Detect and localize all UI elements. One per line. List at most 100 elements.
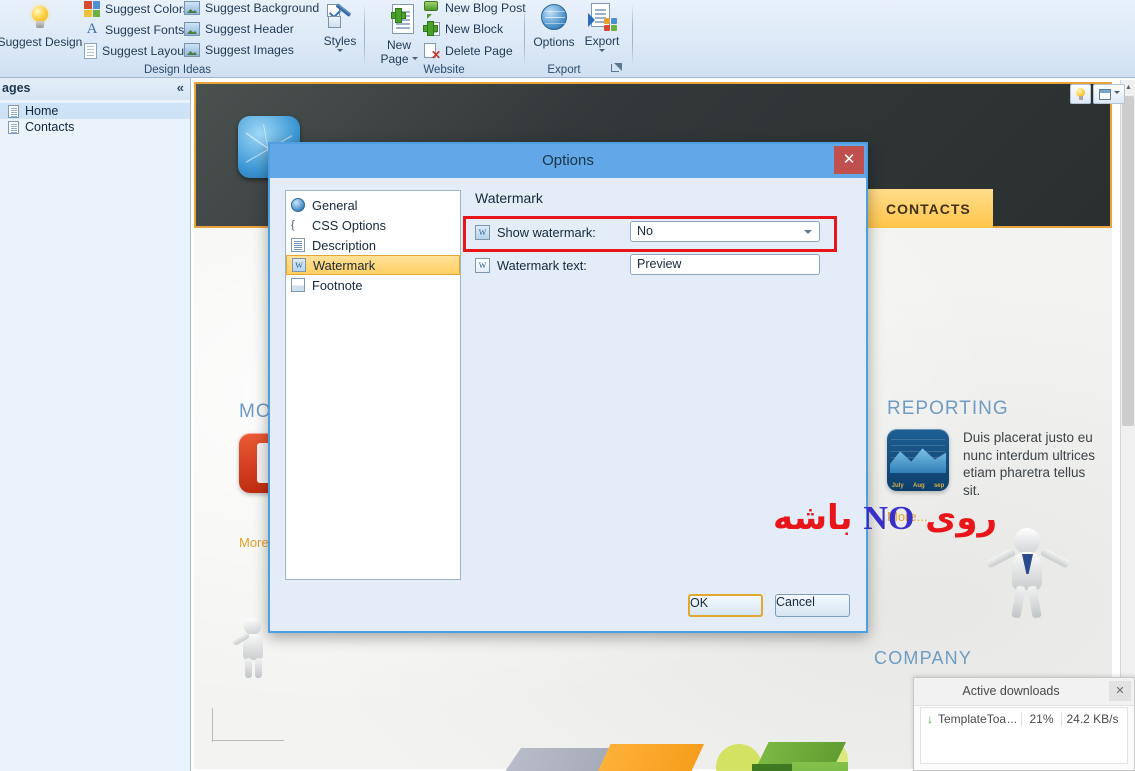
layout-icon xyxy=(1099,89,1111,100)
dialog-nav-label: Footnote xyxy=(312,278,363,293)
double-chevron-left-icon[interactable]: « xyxy=(177,81,184,95)
dialog-nav-watermark[interactable]: W Watermark xyxy=(286,255,460,275)
preview-layout-button[interactable] xyxy=(1093,84,1125,104)
download-name: TemplateToa xyxy=(938,712,1007,726)
pages-pane: ages « Home Contacts xyxy=(0,78,191,771)
nav-tab-contacts[interactable]: CONTACTS xyxy=(864,189,993,229)
suggest-header-item[interactable]: Suggest Header xyxy=(184,22,294,36)
images-icon xyxy=(184,43,200,57)
field-show-watermark: W Show watermark: xyxy=(475,225,596,240)
export-button[interactable]: Export xyxy=(576,3,628,55)
suggest-background-item[interactable]: Suggest Background xyxy=(184,1,319,15)
page-icon xyxy=(8,105,19,118)
chevron-down-icon[interactable] xyxy=(804,230,812,238)
group-divider-3 xyxy=(632,4,633,66)
pane-title: Watermark xyxy=(475,190,852,206)
dialog-buttons: OK Cancel xyxy=(688,594,850,617)
active-downloads-panel: Active downloads ✕ ↓ TemplateToa ... 21%… xyxy=(913,677,1135,771)
suggest-images-label: Suggest Images xyxy=(205,44,294,57)
new-page-button[interactable]: New Page xyxy=(374,4,424,66)
dialog-nav-label: Description xyxy=(312,238,376,253)
suggest-header-label: Suggest Header xyxy=(205,23,294,36)
close-icon[interactable]: ✕ xyxy=(1109,681,1131,701)
delete-page-item[interactable]: ✕ Delete Page xyxy=(424,43,513,59)
group-divider-1 xyxy=(364,4,365,66)
page-icon xyxy=(8,121,19,134)
suggest-layout-item[interactable]: Suggest Layout xyxy=(84,43,187,59)
new-page-label-line1: New xyxy=(374,39,424,52)
ribbon-group-design-ideas: Suggest Design Suggest Colors A Suggest … xyxy=(0,0,355,78)
group-label-design-ideas: Design Ideas xyxy=(0,64,355,76)
download-speed: 24.2 KB/s xyxy=(1061,712,1123,726)
field-label: Watermark text: xyxy=(497,258,587,273)
ribbon-group-website: New Page New Blog Post New Block ✕ Delet… xyxy=(368,0,520,78)
chevron-down-icon[interactable] xyxy=(412,57,418,63)
styles-button[interactable]: Styles xyxy=(314,4,366,55)
dialog-nav-general[interactable]: General xyxy=(286,195,460,215)
watermark-text-input[interactable]: Preview xyxy=(630,254,820,275)
download-row[interactable]: ↓ TemplateToa ... 21% 24.2 KB/s xyxy=(921,708,1127,730)
export-icon xyxy=(587,3,617,31)
new-blog-post-item[interactable]: New Blog Post xyxy=(424,1,526,16)
delete-page-icon: ✕ xyxy=(424,43,440,59)
scrollbar-thumb[interactable] xyxy=(1122,96,1134,426)
chevron-down-icon[interactable] xyxy=(1114,91,1120,97)
page-item-home[interactable]: Home xyxy=(0,103,190,119)
css-icon: { xyxy=(291,218,305,232)
chevron-down-icon[interactable] xyxy=(337,49,343,55)
pages-list: Home Contacts xyxy=(0,100,190,771)
page-item-label: Contacts xyxy=(25,120,74,134)
dialog-launcher-icon[interactable] xyxy=(610,63,622,75)
download-ellipsis: ... xyxy=(1007,712,1017,726)
annotation-en: NO xyxy=(863,500,914,537)
page-item-contacts[interactable]: Contacts xyxy=(0,119,190,135)
brush-icon xyxy=(327,4,353,30)
lightbulb-icon xyxy=(29,6,51,30)
dialog-nav-css-options[interactable]: { CSS Options xyxy=(286,215,460,235)
suggest-design-label: Suggest Design xyxy=(0,36,88,49)
chart-month-1: Aug xyxy=(913,483,925,489)
suggest-images-item[interactable]: Suggest Images xyxy=(184,43,294,57)
card-reporting-heading: REPORTING xyxy=(887,398,1117,420)
lightbulb-icon xyxy=(1075,88,1086,101)
suggest-colors-label: Suggest Colors xyxy=(105,3,189,16)
footnote-icon xyxy=(291,278,305,292)
new-page-icon xyxy=(384,4,414,36)
dialog-nav-list: General { CSS Options Description W Wate… xyxy=(285,190,461,580)
card-reporting-body: Duis placerat justo eu nunc interdum ult… xyxy=(963,429,1103,499)
background-image-icon xyxy=(184,1,200,15)
show-watermark-value: No xyxy=(637,224,653,238)
suggest-design-button[interactable]: Suggest Design xyxy=(0,6,88,49)
leader-line-it xyxy=(212,740,284,741)
downloads-title: Active downloads xyxy=(914,684,1108,698)
show-watermark-select[interactable]: No xyxy=(630,221,820,242)
blog-post-icon xyxy=(424,1,440,16)
dialog-nav-description[interactable]: Description xyxy=(286,235,460,255)
preview-scrollbar[interactable]: ▲ ▼ xyxy=(1120,80,1135,771)
downloads-list: ↓ TemplateToa ... 21% 24.2 KB/s xyxy=(920,707,1128,764)
ok-button[interactable]: OK xyxy=(688,594,763,617)
dialog-title: Options xyxy=(270,152,866,169)
dialog-body: General { CSS Options Description W Wate… xyxy=(270,178,866,631)
ribbon: Suggest Design Suggest Colors A Suggest … xyxy=(0,0,1135,78)
preview-lightbulb-button[interactable] xyxy=(1070,84,1091,104)
new-block-item[interactable]: New Block xyxy=(424,22,503,37)
leader-line-it-vertical xyxy=(212,708,213,742)
chart-month-2: sep xyxy=(934,483,944,489)
styles-label: Styles xyxy=(314,35,366,48)
dialog-nav-footnote[interactable]: Footnote xyxy=(286,275,460,295)
dialog-pane-watermark: Watermark W Show watermark: No W Waterma… xyxy=(475,190,852,206)
suggest-fonts-item[interactable]: A Suggest Fonts xyxy=(84,22,184,38)
chevron-down-icon[interactable] xyxy=(599,49,605,55)
field-label: Show watermark: xyxy=(497,225,596,240)
watermark-text-icon: W xyxy=(475,258,490,273)
annotation-rtl-suffix: باشه xyxy=(773,498,853,538)
options-label: Options xyxy=(528,36,580,49)
suggest-colors-item[interactable]: Suggest Colors xyxy=(84,1,189,17)
group-label-website: Website xyxy=(368,64,520,76)
close-icon[interactable]: ✕ xyxy=(834,146,864,174)
cancel-button[interactable]: Cancel xyxy=(775,594,850,617)
new-block-icon xyxy=(424,22,440,37)
annotation-rtl-prefix: روی xyxy=(925,498,997,538)
options-button[interactable]: Options xyxy=(528,4,580,49)
